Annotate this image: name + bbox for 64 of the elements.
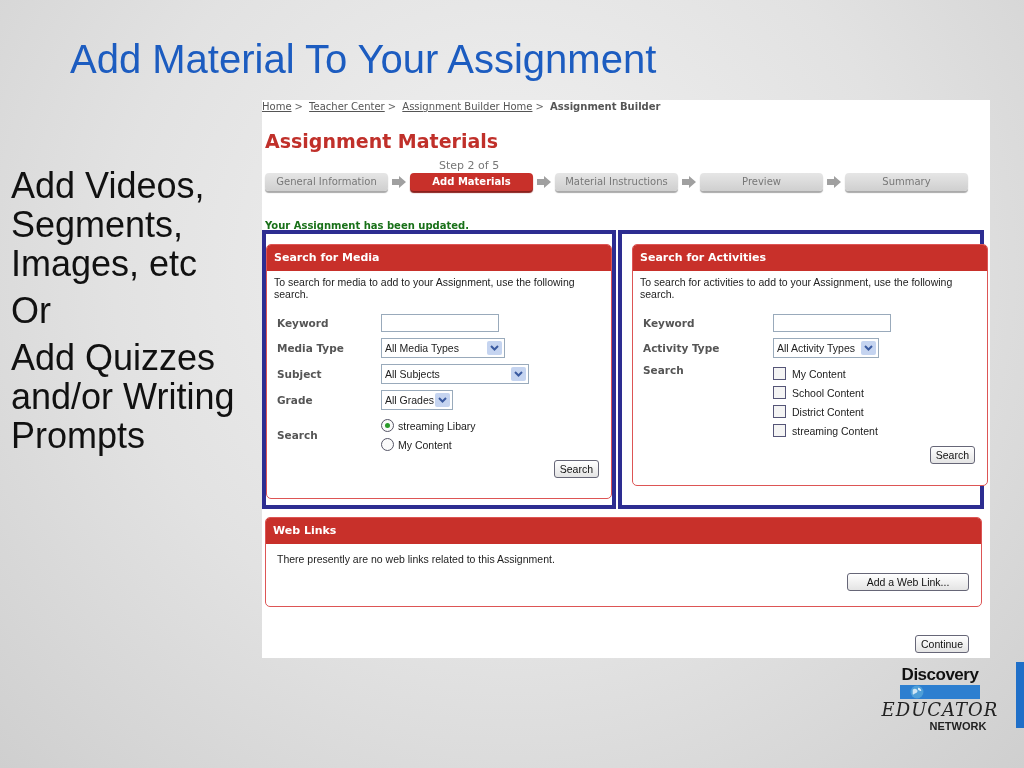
status-message: Your Assignment has been updated. bbox=[265, 220, 470, 230]
keyword-field[interactable] bbox=[773, 314, 891, 332]
arrow-icon bbox=[537, 176, 551, 188]
checkbox[interactable] bbox=[773, 405, 786, 418]
option-label: School Content bbox=[792, 386, 864, 399]
breadcrumb-link[interactable]: Assignment Builder Home bbox=[402, 101, 533, 112]
breadcrumb-link[interactable]: Teacher Center bbox=[309, 101, 385, 112]
bullet-text: Add Videos, Segments, Images, etc bbox=[11, 166, 206, 283]
step-tab[interactable]: Add Materials bbox=[410, 173, 533, 191]
chevron-icon bbox=[435, 393, 450, 407]
radio-button[interactable] bbox=[381, 419, 394, 432]
bullet-text: Add Quizzes and/or Writing Prompts bbox=[11, 338, 236, 455]
checkbox[interactable] bbox=[773, 367, 786, 380]
checkbox[interactable] bbox=[773, 386, 786, 399]
continue-button[interactable]: Continue bbox=[914, 635, 969, 653]
panel-header: Search for Activities bbox=[633, 245, 987, 271]
breadcrumb-separator: > bbox=[387, 101, 397, 112]
accent-bar bbox=[1016, 662, 1024, 728]
bullet-text: Or bbox=[11, 291, 52, 330]
keyword-field[interactable] bbox=[381, 314, 499, 332]
breadcrumb-separator: > bbox=[535, 101, 544, 112]
add-web-link-button[interactable]: Add a Web Link... bbox=[847, 573, 969, 591]
option-label: streaming Content bbox=[792, 424, 878, 437]
checkbox[interactable] bbox=[773, 424, 786, 437]
field-label: Keyword bbox=[643, 317, 696, 329]
chevron-icon bbox=[861, 341, 876, 355]
chevron-icon bbox=[511, 367, 526, 381]
field-label: Subject bbox=[277, 368, 323, 380]
breadcrumb-separator: > bbox=[294, 101, 303, 112]
field-label: Search bbox=[643, 364, 685, 376]
arrow-icon bbox=[827, 176, 841, 188]
field-label: Activity Type bbox=[643, 342, 721, 354]
search-button[interactable]: Search bbox=[929, 446, 975, 464]
search-button[interactable]: Search bbox=[553, 460, 599, 478]
radio-button[interactable] bbox=[381, 438, 394, 451]
logo-wordmark: Discovery bbox=[901, 666, 979, 683]
arrow-icon bbox=[392, 176, 406, 188]
logo-subtext: NETWORK bbox=[929, 720, 987, 732]
dropdown[interactable]: All Activity Types bbox=[773, 338, 879, 358]
field-label: Keyword bbox=[277, 317, 330, 329]
globe-icon bbox=[910, 685, 924, 699]
dropdown[interactable]: All Grades bbox=[381, 390, 453, 410]
slide-title: Add Material To Your Assignment bbox=[69, 36, 658, 83]
step-indicator: Step 2 of 5 bbox=[439, 159, 500, 172]
dropdown[interactable]: All Media Types bbox=[381, 338, 505, 358]
breadcrumb-link[interactable]: Home bbox=[262, 101, 292, 112]
field-label: Search bbox=[277, 429, 319, 441]
arrow-icon bbox=[682, 176, 696, 188]
option-label: District Content bbox=[792, 405, 864, 418]
chevron-icon bbox=[487, 341, 502, 355]
page-heading: Assignment Materials bbox=[265, 130, 500, 152]
logo-script-text: EDUCATOR bbox=[881, 700, 999, 720]
field-label: Media Type bbox=[277, 342, 345, 354]
dropdown[interactable]: All Subjects bbox=[381, 364, 529, 384]
empty-message: There presently are no web links related to this Assignment. bbox=[276, 552, 556, 565]
panel-header: Web Links bbox=[266, 518, 981, 544]
field-label: Grade bbox=[277, 394, 314, 406]
panel-intro: To search for activities to add to your Assignment, use the following search. bbox=[639, 275, 954, 300]
panel-intro: To search for media to add to your Assignment, use the following search. bbox=[273, 275, 576, 300]
option-label: My Content bbox=[398, 438, 452, 451]
option-label: streaming Libary bbox=[398, 419, 476, 432]
panel-header: Search for Media bbox=[267, 245, 611, 271]
breadcrumb-current: Assignment Builder bbox=[550, 101, 661, 112]
option-label: My Content bbox=[792, 367, 846, 380]
